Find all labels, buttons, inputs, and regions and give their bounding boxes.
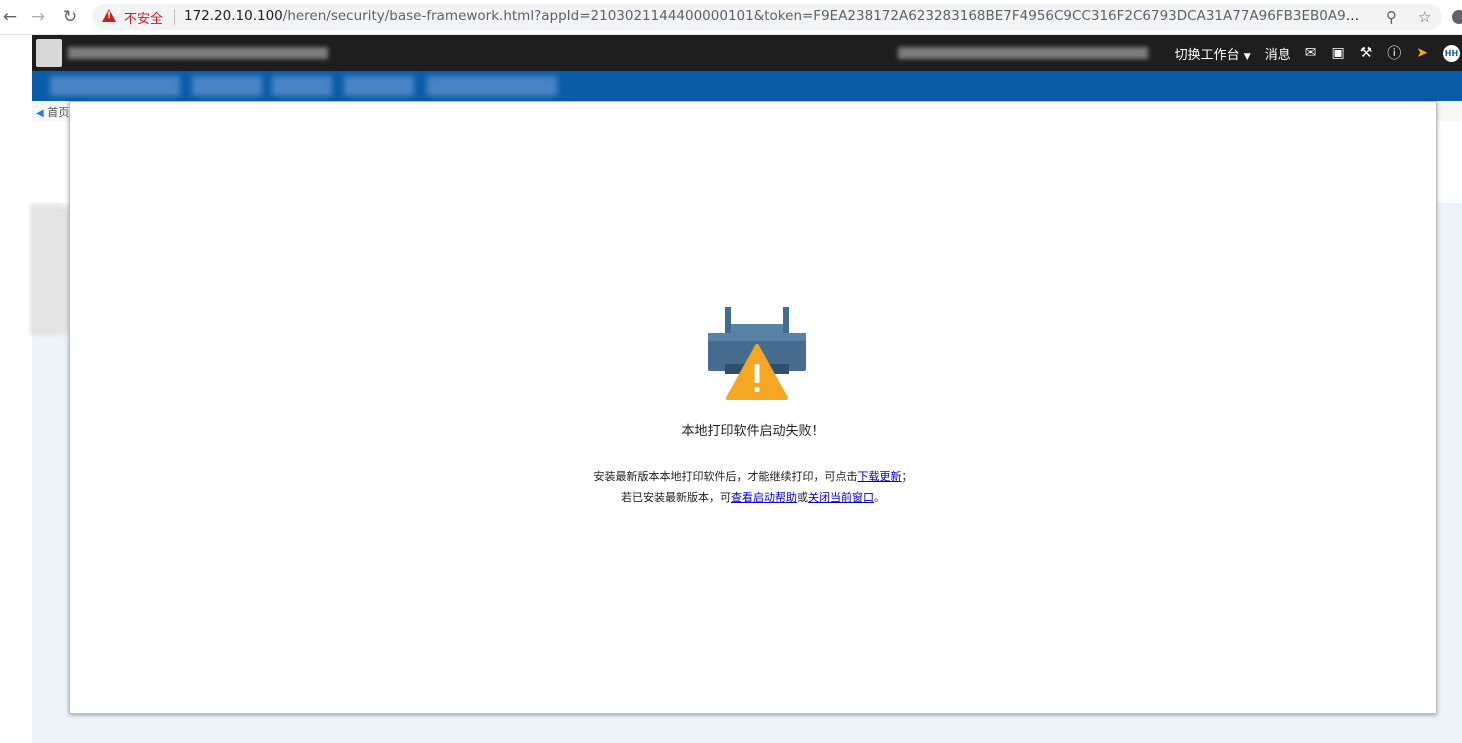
download-update-link[interactable]: 下载更新	[858, 470, 902, 483]
print-error-dialog: 本地打印软件启动失败！ 安装最新版本本地打印软件后，才能继续打印，可点击下载更新…	[69, 101, 1437, 714]
instruction-text: 。	[874, 491, 885, 504]
header-actions: 切换工作台 ▼ 消息 ✉ ▣ ⚒ ⓘ ➤ HH	[1175, 35, 1462, 71]
reload-icon[interactable]: ↻	[60, 7, 80, 27]
close-window-link[interactable]: 关闭当前窗口	[808, 491, 874, 504]
redacted-user-info	[898, 47, 1148, 59]
printer-warning-icon	[706, 304, 808, 400]
collapse-left-icon: ◀	[36, 108, 44, 119]
redacted-app-title	[68, 47, 328, 59]
forward-arrow-icon[interactable]: →	[28, 7, 48, 27]
redacted-menu-item[interactable]	[427, 76, 557, 96]
browser-toolbar: ← → ↻ 不安全 172.20.10.100/heren/security/b…	[0, 0, 1462, 35]
profile-icon[interactable]	[1452, 10, 1462, 24]
monitor-icon[interactable]: ▣	[1331, 45, 1344, 61]
url-host: 172.20.10.100	[184, 8, 283, 24]
rocket-icon[interactable]: ➤	[1416, 45, 1428, 61]
mail-icon[interactable]: ✉	[1305, 45, 1317, 61]
instruction-text: ；	[901, 470, 913, 483]
redacted-menu-item[interactable]	[192, 76, 262, 96]
instruction-text: 若已安装最新版本，可	[621, 491, 731, 504]
breadcrumb-home[interactable]: ◀ 首页	[36, 104, 69, 120]
startup-help-link[interactable]: 查看启动帮助	[731, 491, 797, 504]
instruction-text: 或	[797, 491, 808, 504]
error-title: 本地打印软件启动失败！	[681, 424, 825, 439]
app-left-strip	[0, 35, 32, 743]
instruction-line-1: 安装最新版本本地打印软件后，才能继续打印，可点击下载更新；	[70, 468, 1436, 484]
app-header: 切换工作台 ▼ 消息 ✉ ▣ ⚒ ⓘ ➤ HH	[32, 35, 1462, 71]
help-icon[interactable]: ⓘ	[1387, 43, 1401, 63]
switch-workbench-menu[interactable]: 切换工作台 ▼	[1175, 44, 1251, 63]
zoom-icon[interactable]: ⚲	[1386, 8, 1397, 26]
redacted-menu-item[interactable]	[272, 76, 332, 96]
star-icon[interactable]: ☆	[1418, 8, 1431, 26]
main-menu-bar	[32, 71, 1462, 101]
redacted-menu-item[interactable]	[344, 76, 414, 96]
redacted-menu-item[interactable]	[50, 76, 180, 96]
warning-icon	[102, 9, 116, 22]
back-arrow-icon[interactable]: ←	[0, 7, 20, 27]
switch-workbench-label: 切换工作台	[1174, 47, 1240, 63]
url-text[interactable]: 172.20.10.100/heren/security/base-framew…	[184, 8, 1364, 24]
security-label[interactable]: 不安全	[124, 8, 163, 27]
messages-link[interactable]: 消息	[1265, 44, 1291, 63]
url-path: /heren/security/base-framework.html?appI…	[282, 8, 1364, 24]
url-separator	[174, 9, 175, 25]
avatar[interactable]: HH	[1443, 44, 1460, 62]
caret-down-icon: ▼	[1243, 51, 1251, 62]
address-bar[interactable]: 不安全 172.20.10.100/heren/security/base-fr…	[92, 4, 1442, 30]
instruction-text: 安装最新版本本地打印软件后，才能继续打印，可点击	[593, 470, 858, 483]
app-logo	[36, 39, 62, 67]
wrench-icon[interactable]: ⚒	[1360, 45, 1373, 61]
instruction-line-2: 若已安装最新版本，可查看启动帮助或关闭当前窗口。	[70, 489, 1436, 505]
breadcrumb-home-label: 首页	[47, 106, 70, 119]
